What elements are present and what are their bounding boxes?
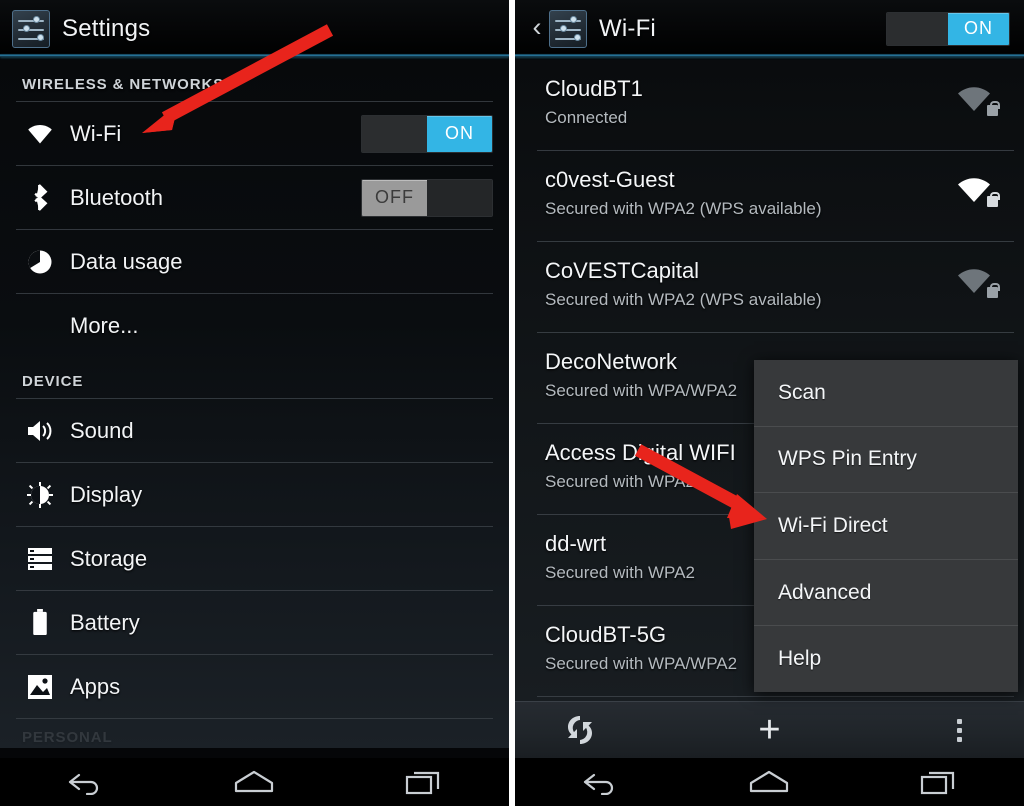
section-header-wireless: WIRELESS & NETWORKS — [22, 76, 225, 93]
divider — [16, 526, 493, 527]
system-navbar-right[interactable] — [515, 758, 1024, 806]
menu-item-help[interactable]: Help — [754, 626, 1018, 692]
sidebar-item-label: Storage — [70, 545, 148, 571]
divider — [16, 590, 493, 591]
network-ssid: CoVESTCapital — [545, 258, 700, 283]
wifi-bottom-actionbar: + — [515, 701, 1024, 758]
sidebar-item-wifi[interactable]: Wi-Fi ON — [0, 102, 509, 165]
page-title: Settings — [62, 14, 151, 42]
toggle-track-right — [427, 179, 492, 216]
network-ssid: CloudBT1 — [545, 76, 643, 101]
divider — [16, 398, 493, 399]
sidebar-item-display[interactable]: Display — [0, 463, 509, 526]
home-icon[interactable] — [724, 762, 814, 802]
lock-badge-icon — [987, 283, 1000, 298]
overflow-popup-menu[interactable]: Scan WPS Pin Entry Wi-Fi Direct Advanced… — [754, 360, 1018, 692]
sidebar-item-label: Data usage — [70, 248, 183, 274]
divider — [16, 654, 493, 655]
sidebar-item-label: Sound — [70, 417, 134, 443]
page-title: Wi-Fi — [599, 14, 656, 42]
sidebar-item-label: More... — [70, 312, 139, 338]
sidebar-item-label: Battery — [70, 609, 140, 635]
sidebar-item-label: Bluetooth — [70, 184, 163, 210]
data-usage-icon — [22, 249, 58, 275]
settings-sliders-icon — [549, 9, 587, 48]
lock-badge-icon — [987, 101, 1000, 116]
wifi-actionbar: ‹ Wi-Fi on ON — [515, 0, 1024, 57]
sidebar-item-sound[interactable]: Sound — [0, 399, 509, 462]
bluetooth-toggle[interactable]: OFF — [361, 178, 493, 217]
network-status: Secured with WPA2 (WPS available) — [545, 290, 822, 309]
actionbar-underline — [515, 54, 1024, 57]
sidebar-item-label: Display — [70, 481, 143, 507]
menu-item-scan[interactable]: Scan — [754, 360, 1018, 426]
signal-indicator — [956, 177, 1000, 207]
section-header-personal: PERSONAL — [22, 729, 113, 746]
sidebar-item-more[interactable]: More... — [0, 294, 509, 357]
toggle-track-left — [362, 115, 427, 152]
settings-list[interactable]: WIRELESS & NETWORKS Wi-Fi ON Bluetooth O… — [0, 60, 509, 748]
sidebar-item-storage[interactable]: Storage — [0, 527, 509, 590]
toggle-state-label: ON — [427, 115, 492, 152]
list-item[interactable]: CoVESTCapital Secured with WPA2 (WPS ava… — [515, 242, 1024, 332]
wifi-signal-locked-icon — [956, 268, 1000, 298]
wifi-panel: ‹ Wi-Fi on ON CloudBT1 Connected — [515, 0, 1024, 806]
section-header-device: DEVICE — [22, 373, 84, 390]
sidebar-item-label: Wi-Fi — [70, 120, 122, 146]
home-icon[interactable] — [209, 762, 299, 802]
overflow-menu-icon — [956, 718, 962, 742]
settings-sliders-icon — [12, 9, 50, 48]
back-icon[interactable] — [555, 762, 645, 802]
sidebar-item-apps[interactable]: Apps — [0, 655, 509, 718]
divider — [16, 462, 493, 463]
recents-icon[interactable] — [379, 762, 469, 802]
wps-refresh-icon[interactable] — [515, 713, 645, 747]
sidebar-item-battery[interactable]: Battery — [0, 591, 509, 654]
signal-indicator — [956, 268, 1000, 298]
list-item[interactable]: c0vest-Guest Secured with WPA2 (WPS avai… — [515, 151, 1024, 241]
sidebar-item-bluetooth[interactable]: Bluetooth OFF — [0, 166, 509, 229]
back-icon[interactable] — [40, 762, 130, 802]
display-icon — [22, 481, 58, 508]
network-status: Connected — [545, 108, 628, 127]
signal-indicator — [956, 86, 1000, 116]
sidebar-item-label: Apps — [70, 673, 121, 699]
divider — [537, 696, 1014, 697]
overflow-menu-button[interactable] — [894, 718, 1024, 742]
menu-item-wps-pin-entry[interactable]: WPS Pin Entry — [754, 427, 1018, 493]
sound-icon — [22, 419, 58, 443]
bluetooth-icon — [22, 184, 58, 211]
divider — [16, 229, 493, 230]
divider — [16, 293, 493, 294]
apps-icon — [22, 674, 58, 700]
dual-screenshot-composite: Settings WIRELESS & NETWORKS Wi-Fi ON Bl… — [0, 0, 1024, 806]
toggle-state-label: OFF — [362, 179, 427, 216]
toggle-state-text: ON — [948, 12, 1009, 45]
sidebar-item-data-usage[interactable]: Data usage — [0, 230, 509, 293]
storage-icon — [22, 547, 58, 571]
back-chevron-icon[interactable]: ‹ — [527, 13, 547, 41]
wifi-signal-locked-icon — [956, 86, 1000, 116]
menu-item-advanced[interactable]: Advanced — [754, 560, 1018, 626]
lock-badge-icon — [987, 192, 1000, 207]
list-item[interactable]: CloudBT1 Connected — [515, 60, 1024, 150]
add-network-button[interactable]: + — [645, 711, 894, 749]
network-ssid: c0vest-Guest — [545, 167, 675, 192]
wifi-master-toggle[interactable]: on ON — [886, 11, 1010, 46]
recents-icon[interactable] — [894, 762, 984, 802]
wifi-icon — [22, 123, 58, 144]
wifi-toggle[interactable]: ON — [361, 114, 493, 153]
divider — [16, 165, 493, 166]
settings-panel: Settings WIRELESS & NETWORKS Wi-Fi ON Bl… — [0, 0, 509, 806]
actionbar-underline — [0, 54, 509, 57]
settings-actionbar: Settings — [0, 0, 509, 57]
battery-icon — [22, 609, 58, 636]
divider — [16, 101, 493, 102]
toggle-track-left — [887, 12, 948, 45]
network-status: Secured with WPA2 (WPS available) — [545, 199, 822, 218]
menu-item-wifi-direct[interactable]: Wi-Fi Direct — [754, 493, 1018, 559]
plus-icon: + — [758, 709, 781, 751]
system-navbar-left[interactable] — [0, 758, 509, 806]
wifi-signal-locked-icon — [956, 177, 1000, 207]
